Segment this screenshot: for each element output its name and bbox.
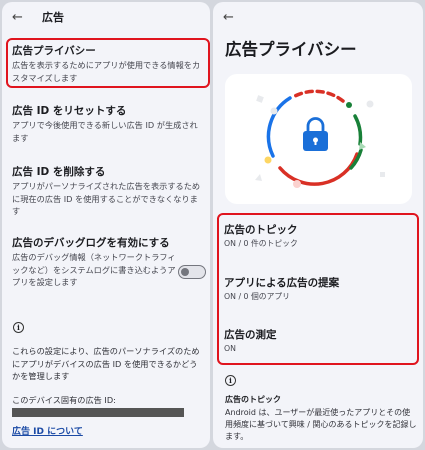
item-title: 広告のトピック — [224, 224, 298, 236]
item-title: 広告のデバッグログを有効にする — [12, 237, 170, 249]
page-title: 広告プライバシー — [225, 40, 357, 59]
left-app-bar: ← 広告 — [2, 2, 210, 32]
item-subtitle: ON — [224, 344, 236, 353]
item-title: アプリによる広告の提案 — [224, 277, 340, 289]
item-subtitle: アプリがパーソナライズされた広告を表示するために現在の広告 ID を使用すること… — [12, 181, 201, 216]
info-icon: i — [13, 322, 24, 333]
item-subtitle: 広告のデバッグ情報（ネットワークトラフィックなど）をシステムログに書き込むようア… — [12, 252, 176, 287]
right-app-bar: ← — [213, 2, 423, 32]
item-subtitle: アプリで今後使用できる新しい広告 ID が生成されます — [12, 120, 198, 143]
about-ad-id-link[interactable]: 広告 ID について — [12, 424, 83, 437]
item-subtitle: ON / 0 個のアプリ — [224, 292, 290, 301]
ad-topics-item[interactable]: 広告のトピック ON / 0 件のトピック — [224, 223, 414, 250]
reset-ad-id-item[interactable]: 広告 ID をリセットする アプリで今後使用できる新しい広告 ID が生成されま… — [12, 104, 202, 144]
item-title: 広告プライバシー — [12, 45, 96, 57]
info-text: これらの設定により、広告のパーソナライズのためにアプリがデバイスの広告 ID を… — [12, 346, 200, 381]
item-subtitle: ON / 0 件のトピック — [224, 239, 298, 248]
privacy-ring-graphic — [255, 89, 385, 188]
footer-description: Android は、ユーザーが最近使ったアプリとその使用頻度に基づいて興味 / … — [225, 408, 417, 441]
right-settings-pane: ← 広告プライバシー 広告のトピック ON / 0 件のトピック アプリによる広… — [213, 2, 423, 448]
item-title: 広告の測定 — [224, 329, 277, 341]
ad-measurement-item[interactable]: 広告の測定 ON — [224, 328, 414, 355]
debug-log-item[interactable]: 広告のデバッグログを有効にする 広告のデバッグ情報（ネットワークトラフィックなど… — [12, 236, 182, 289]
device-id-redacted — [12, 408, 184, 417]
toggle-knob — [181, 268, 189, 276]
footer-title: 広告のトピック — [225, 395, 281, 404]
item-title: 広告 ID をリセットする — [12, 105, 127, 117]
left-settings-pane: ← 広告 広告プライバシー 広告を表示するためにアプリが使用できる情報をカスタマ… — [2, 2, 210, 448]
app-bar-title: 広告 — [42, 11, 64, 24]
debug-log-toggle[interactable] — [178, 265, 206, 279]
item-title: 広告 ID を削除する — [12, 166, 106, 178]
delete-ad-id-item[interactable]: 広告 ID を削除する アプリがパーソナライズされた広告を表示するために現在の広… — [12, 165, 202, 218]
info-icon: i — [225, 375, 236, 386]
app-suggested-ads-item[interactable]: アプリによる広告の提案 ON / 0 個のアプリ — [224, 276, 414, 303]
device-id-label: このデバイス固有の広告 ID: — [12, 395, 116, 405]
lock-icon — [303, 117, 328, 151]
ad-privacy-item[interactable]: 広告プライバシー 広告を表示するためにアプリが使用できる情報をカスタマイズします — [12, 44, 202, 84]
back-arrow-icon[interactable]: ← — [12, 10, 34, 25]
privacy-illustration — [225, 74, 412, 204]
back-arrow-icon[interactable]: ← — [223, 10, 245, 25]
item-subtitle: 広告を表示するためにアプリが使用できる情報をカスタマイズします — [12, 60, 201, 83]
